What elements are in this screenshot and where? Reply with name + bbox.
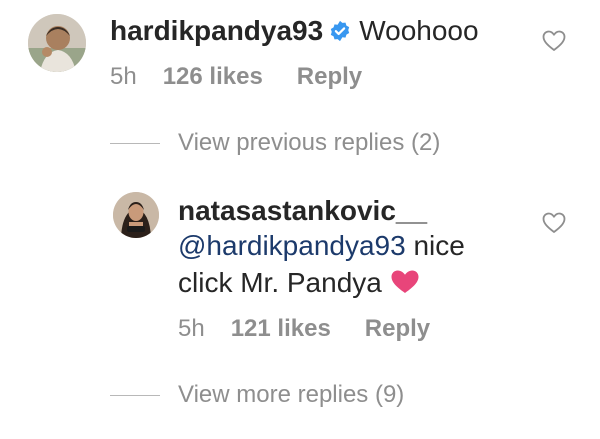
view-previous-replies-label[interactable]: View previous replies (2) [178, 128, 440, 158]
comment-username[interactable]: hardikpandya93 [110, 15, 323, 46]
comment-meta: 5h 126 likes Reply [110, 62, 362, 92]
comment-thread: hardikpandya93 Woohooo 5h 126 likes Reply … [0, 0, 600, 439]
reply-text-part2: click Mr. Pandya [178, 267, 382, 298]
comment-time: 5h [110, 63, 137, 90]
reply-username[interactable]: natasastankovic__ [178, 195, 427, 226]
reply-likes[interactable]: 121 likes [231, 315, 331, 342]
comment-header: hardikpandya93 Woohooo [110, 14, 479, 48]
heart-outline-icon[interactable] [542, 30, 566, 52]
comment-reply-button[interactable]: Reply [297, 63, 362, 90]
thread-divider [110, 142, 160, 144]
comment-likes[interactable]: 126 likes [163, 63, 263, 90]
view-previous-replies-button[interactable]: View previous replies (2) [110, 128, 440, 158]
reply-reply-button[interactable]: Reply [365, 315, 430, 342]
thread-divider [110, 394, 160, 396]
avatar-natasastankovic[interactable] [113, 192, 159, 238]
view-more-replies-button[interactable]: View more replies (9) [110, 380, 404, 410]
heart-outline-icon[interactable] [542, 212, 566, 234]
reply-meta: 5h 121 likes Reply [178, 314, 430, 344]
reply-time: 5h [178, 315, 205, 342]
reply-text-line-1: @hardikpandya93 nice [178, 229, 465, 263]
reply-username-line: natasastankovic__ [178, 194, 427, 228]
reply-mention-link[interactable]: @hardikpandya93 [178, 230, 406, 261]
verified-badge-icon [331, 20, 350, 42]
avatar-hardikpandya93[interactable] [28, 14, 86, 72]
comment-text: Woohooo [359, 15, 479, 46]
reply-text-line-2: click Mr. Pandya [178, 266, 420, 300]
pink-heart-emoji [391, 270, 419, 293]
reply-text-part1: nice [405, 230, 465, 261]
view-more-replies-label[interactable]: View more replies (9) [178, 380, 404, 410]
